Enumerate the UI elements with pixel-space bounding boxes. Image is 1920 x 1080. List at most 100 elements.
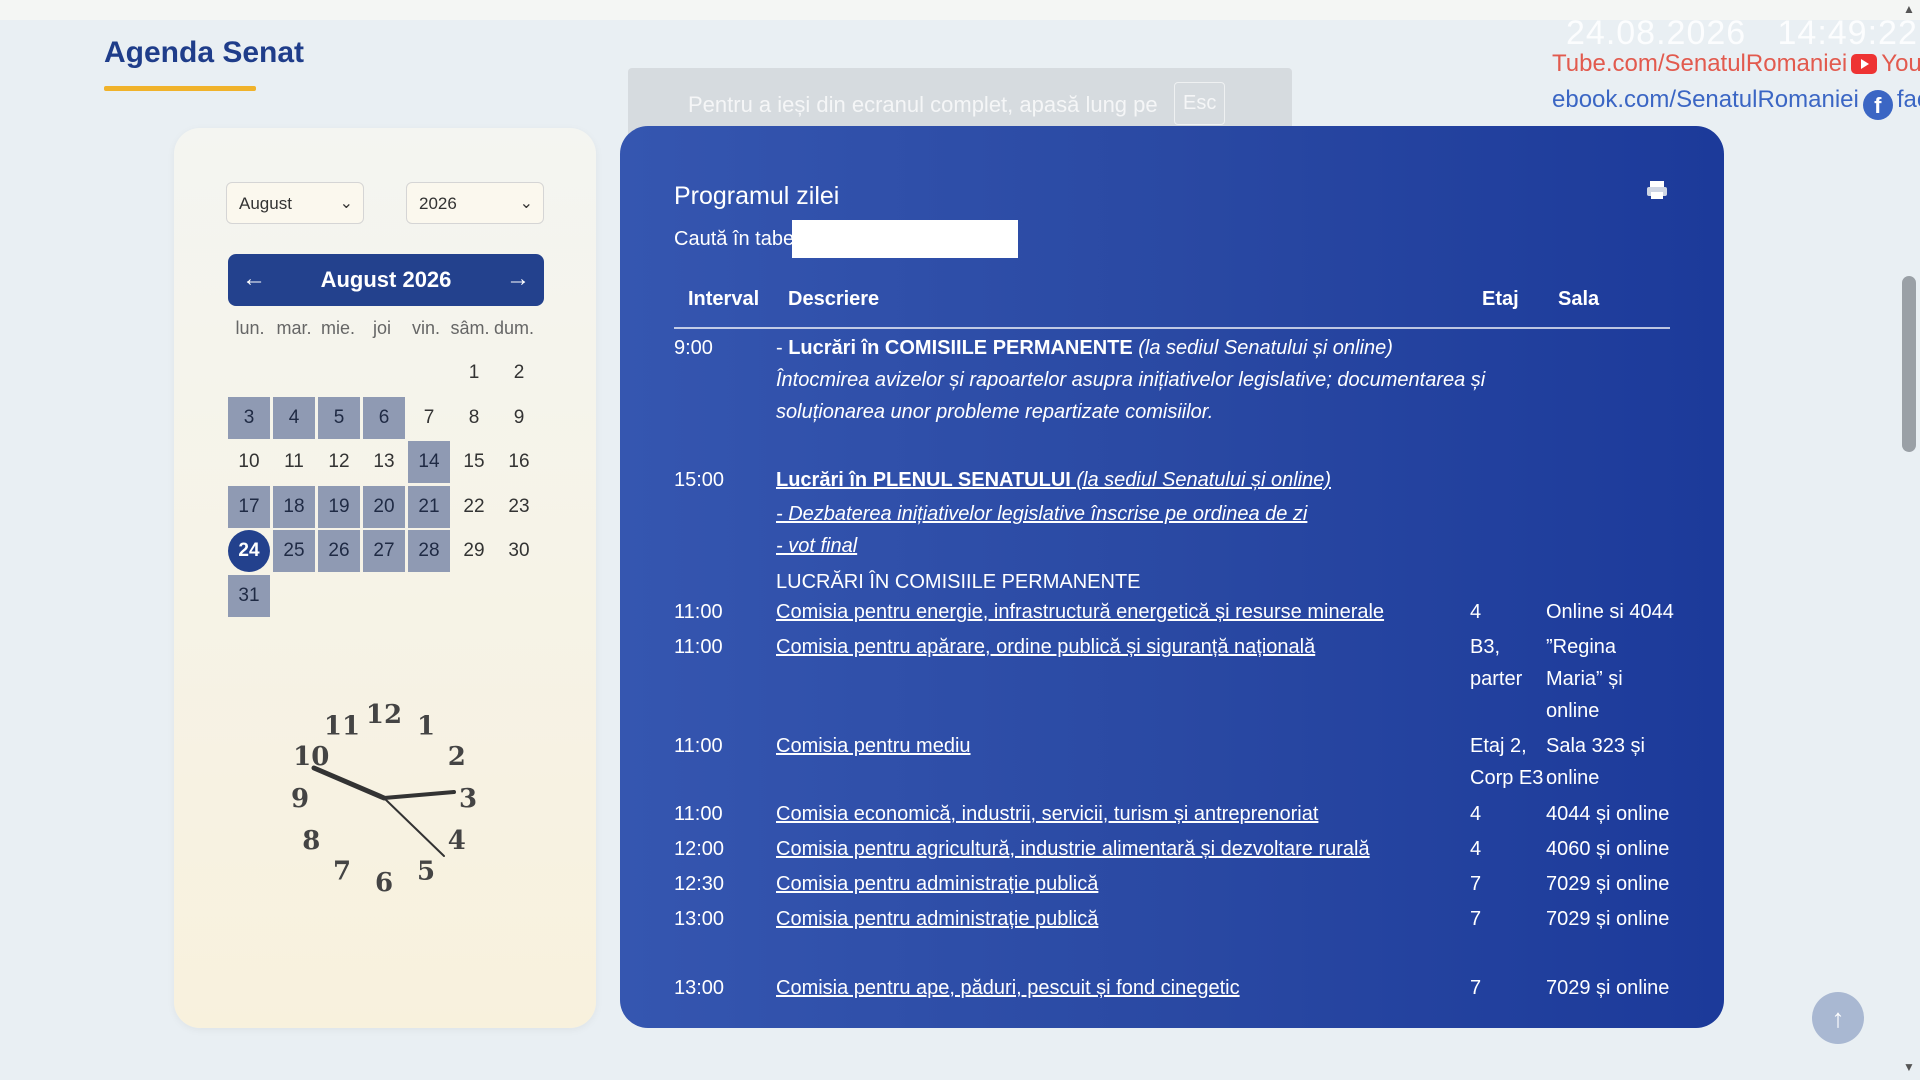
row-time: 13:00 <box>674 908 725 930</box>
row-time: 12:00 <box>674 838 725 860</box>
calendar-day[interactable]: 9 <box>498 397 540 439</box>
scrollbar-thumb[interactable] <box>1902 276 1916 452</box>
clock-numeral: 1 <box>417 711 435 741</box>
arrow-up-icon: ↑ <box>1831 1003 1845 1033</box>
block2-line3[interactable]: - vot final <box>776 530 857 562</box>
row-description[interactable]: Comisia pentru administrație publică <box>776 903 1466 935</box>
scroll-up-arrow-icon[interactable]: ▲ <box>1903 2 1915 16</box>
calendar-day[interactable]: 25 <box>273 530 315 572</box>
calendar-day[interactable]: 30 <box>498 530 540 572</box>
block2-line2-link[interactable]: - Dezbaterea inițiativelor legislative î… <box>776 503 1307 525</box>
calendar-day[interactable]: 4 <box>273 396 315 439</box>
calendar-day[interactable]: 2 <box>498 352 540 394</box>
calendar-card: August ⌄ 2026 ⌄ ← August 2026 → lun. mar… <box>174 128 596 1028</box>
committee-link[interactable]: Comisia pentru agricultură, industrie al… <box>776 838 1370 860</box>
block1-heading: - Lucrări în COMISIILE PERMANENTE (la se… <box>776 332 1393 364</box>
block2-italic[interactable]: (la sediul Senatului și online) <box>1071 469 1331 491</box>
row-etaj: 4 <box>1470 601 1482 623</box>
committee-link[interactable]: Comisia pentru mediu <box>776 735 971 757</box>
clock-second-hand <box>383 797 445 857</box>
program-panel: Programul zilei Caută în tabel Interval … <box>620 126 1724 1028</box>
row-description[interactable]: Comisia pentru mediu <box>776 730 1466 762</box>
calendar-day[interactable]: 21 <box>408 485 450 528</box>
youtube-icon <box>1851 54 1878 74</box>
row-time: 11:00 <box>674 735 723 757</box>
calendar-day[interactable]: 14 <box>408 441 450 483</box>
calendar-day-today[interactable]: 24 <box>228 530 270 572</box>
column-header-interval: Interval <box>688 288 760 310</box>
block2-line3-link[interactable]: - vot final <box>776 535 857 557</box>
calendar-day[interactable]: 23 <box>498 486 540 528</box>
year-select[interactable]: 2026 ⌄ <box>406 182 544 224</box>
calendar-day[interactable]: 6 <box>363 396 405 439</box>
calendar-day[interactable]: 10 <box>228 441 270 483</box>
month-select[interactable]: August ⌄ <box>226 182 364 224</box>
weekday-label: mie. <box>320 318 355 338</box>
row-time: 12:30 <box>674 873 725 895</box>
committee-link[interactable]: Comisia pentru energie, infrastructură e… <box>776 601 1384 623</box>
row-description[interactable]: Comisia economică, industrii, servicii, … <box>776 798 1466 830</box>
calendar-day[interactable]: 17 <box>228 485 270 528</box>
row-sala: 4044 și online <box>1546 803 1670 825</box>
calendar-day[interactable]: 1 <box>453 352 495 394</box>
block1-prefix: - <box>776 337 789 359</box>
clock-minute-hand <box>382 790 456 800</box>
block1-line2: Întocmirea avizelor și rapoartelor asupr… <box>776 369 1486 391</box>
row-time: 11:00 <box>674 636 723 658</box>
calendar-day[interactable]: 11 <box>273 441 315 483</box>
row-description[interactable]: Comisia pentru agricultură, industrie al… <box>776 833 1466 865</box>
row-description[interactable]: Comisia pentru administrație publică <box>776 868 1466 900</box>
clock-numeral: 3 <box>459 784 477 814</box>
row-description[interactable]: Comisia pentru energie, infrastructură e… <box>776 596 1466 628</box>
clock-numeral: 11 <box>324 711 360 741</box>
calendar-day[interactable]: 12 <box>318 441 360 483</box>
calendar-day[interactable]: 13 <box>363 441 405 483</box>
row-etaj: B3, parter <box>1470 636 1523 690</box>
calendar-day[interactable]: 7 <box>408 397 450 439</box>
column-header-descriere: Descriere <box>788 288 880 310</box>
committee-link[interactable]: Comisia economică, industrii, servicii, … <box>776 803 1318 825</box>
calendar-header: ← August 2026 → <box>228 254 544 306</box>
calendar-day[interactable]: 27 <box>363 530 405 572</box>
row-time: 13:00 <box>674 977 725 999</box>
esc-key-badge: Esc <box>1174 82 1226 125</box>
calendar-day[interactable]: 28 <box>408 530 450 572</box>
calendar-day[interactable]: 16 <box>498 441 540 483</box>
clock-numeral: 7 <box>333 857 351 887</box>
search-input[interactable] <box>792 220 1018 258</box>
calendar-day[interactable]: 5 <box>318 396 360 439</box>
print-icon[interactable] <box>1646 180 1668 200</box>
weekday-label: dum. <box>493 318 535 338</box>
committee-link[interactable]: Comisia pentru administrație publică <box>776 908 1098 930</box>
scrollbar[interactable] <box>1900 0 1920 1080</box>
scroll-down-arrow-icon[interactable]: ▼ <box>1903 1060 1915 1074</box>
calendar-day[interactable]: 26 <box>318 530 360 572</box>
block2-line2[interactable]: - Dezbaterea inițiativelor legislative î… <box>776 498 1307 530</box>
calendar-day[interactable]: 31 <box>228 574 270 617</box>
section-heading: LUCRĂRI ÎN COMISIILE PERMANENTE <box>776 571 1141 593</box>
arrow-right-icon[interactable]: → <box>506 265 530 293</box>
title-underline <box>104 86 256 91</box>
chevron-down-icon: ⌄ <box>519 195 533 212</box>
plenum-link[interactable]: Lucrări în PLENUL SENATULUI <box>776 469 1071 491</box>
row-sala: ”Regina Maria” și online <box>1546 636 1623 722</box>
row-description[interactable]: Comisia pentru ape, păduri, pescuit și f… <box>776 972 1466 1004</box>
calendar-day[interactable]: 3 <box>228 396 270 439</box>
scroll-to-top-button[interactable]: ↑ <box>1812 992 1864 1044</box>
block1-line3: soluționarea unor probleme repartizate c… <box>776 401 1214 423</box>
row-description[interactable]: Comisia pentru apărare, ordine publică ș… <box>776 631 1466 663</box>
clock-numeral: 5 <box>417 857 435 887</box>
calendar-day[interactable]: 20 <box>363 485 405 528</box>
calendar-day[interactable]: 29 <box>453 530 495 572</box>
calendar-day[interactable]: 8 <box>453 397 495 439</box>
committee-link[interactable]: Comisia pentru ape, păduri, pescuit și f… <box>776 977 1240 999</box>
calendar-day[interactable]: 19 <box>318 485 360 528</box>
calendar-day[interactable]: 18 <box>273 485 315 528</box>
overlay-facebook: ebook.com/SenatulRomanieifface <box>1552 86 1920 120</box>
block2-heading[interactable]: Lucrări în PLENUL SENATULUI (la sediul S… <box>776 464 1331 496</box>
calendar-day[interactable]: 22 <box>453 486 495 528</box>
committee-link[interactable]: Comisia pentru administrație publică <box>776 873 1098 895</box>
committee-link[interactable]: Comisia pentru apărare, ordine publică ș… <box>776 636 1315 658</box>
calendar-day[interactable]: 15 <box>453 441 495 483</box>
row-sala: 7029 și online <box>1546 873 1670 895</box>
